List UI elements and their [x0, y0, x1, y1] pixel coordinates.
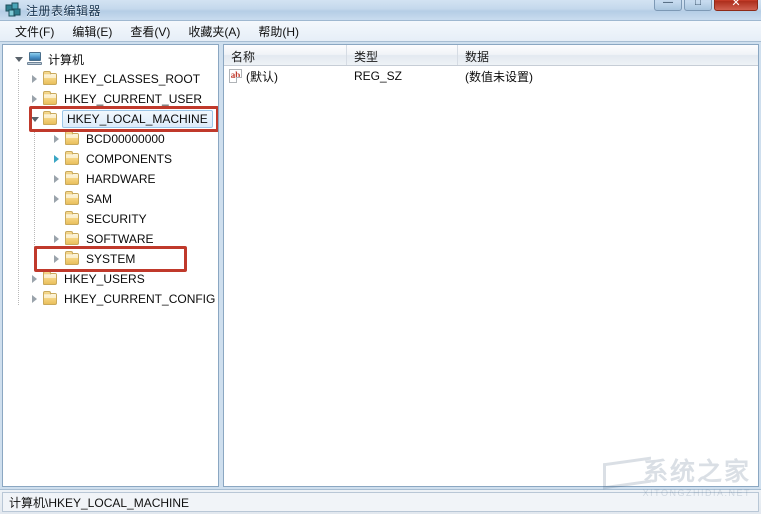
status-path: 计算机\HKEY_LOCAL_MACHINE: [9, 495, 190, 510]
chevron-right-icon[interactable]: [49, 129, 64, 149]
menu-help[interactable]: 帮助(H): [249, 21, 308, 42]
tree-item-software[interactable]: SOFTWARE: [3, 229, 218, 249]
tree-item-label: SECURITY: [86, 212, 147, 226]
tree-item-label: BCD00000000: [86, 132, 165, 146]
folder-icon: [64, 209, 82, 229]
tree-item-label: SOFTWARE: [86, 232, 154, 246]
maximize-button[interactable]: □: [684, 0, 712, 11]
tree-spacer[interactable]: [49, 209, 64, 229]
menu-edit[interactable]: 编辑(E): [63, 21, 121, 42]
value-row[interactable]: (默认) REG_SZ (数值未设置): [224, 66, 758, 86]
column-type[interactable]: 类型: [347, 45, 458, 65]
folder-icon: [64, 169, 82, 189]
folder-icon: [64, 129, 82, 149]
value-type: REG_SZ: [354, 69, 403, 83]
chevron-right-icon[interactable]: [27, 289, 42, 309]
tree-item-label: HKEY_USERS: [64, 272, 145, 286]
tree-item-security[interactable]: SECURITY: [3, 209, 218, 229]
string-value-icon: [229, 69, 242, 83]
column-data[interactable]: 数据: [458, 45, 758, 65]
tree-item-hkey-current-config[interactable]: HKEY_CURRENT_CONFIG: [3, 289, 218, 309]
chevron-right-icon[interactable]: [49, 189, 64, 209]
folder-icon: [64, 249, 82, 269]
tree-item-label: SYSTEM: [86, 252, 136, 266]
chevron-down-icon[interactable]: [27, 109, 42, 129]
minimize-button[interactable]: —: [654, 0, 682, 11]
tree-item-label: 计算机: [48, 52, 85, 67]
chevron-right-icon[interactable]: [49, 249, 64, 269]
folder-icon: [64, 149, 82, 169]
registry-editor-window: 注册表编辑器 — □ ✕ 文件(F) 编辑(E) 查看(V) 收藏夹(A) 帮助(H) …: [0, 0, 761, 514]
computer-icon: [26, 49, 44, 69]
tree-item-sam[interactable]: SAM: [3, 189, 218, 209]
status-bar-panel: 计算机\HKEY_LOCAL_MACHINE: [2, 492, 759, 512]
status-bar: 计算机\HKEY_LOCAL_MACHINE: [0, 489, 761, 514]
folder-icon: [42, 289, 60, 309]
tree-item-label: HARDWARE: [86, 172, 156, 186]
value-data: (数值未设置): [465, 69, 533, 84]
window-controls: — □ ✕: [654, 0, 758, 11]
tree-item-label: HKEY_LOCAL_MACHINE: [62, 110, 213, 128]
folder-icon: [42, 89, 60, 109]
column-name[interactable]: 名称: [224, 45, 347, 65]
menu-favorites[interactable]: 收藏夹(A): [179, 21, 249, 42]
registry-tree-panel[interactable]: 计算机 HKEY_CLASSES_ROOT HKEY_CURRENT_USER HKE…: [2, 44, 219, 487]
folder-icon: [64, 189, 82, 209]
tree-item--[interactable]: 计算机: [3, 49, 218, 69]
tree-guide-line: [18, 69, 19, 305]
tree-item-label: SAM: [86, 192, 113, 206]
tree-item-components[interactable]: COMPONENTS: [3, 149, 218, 169]
registry-editor-icon: [5, 2, 21, 17]
chevron-right-icon[interactable]: [49, 169, 64, 189]
chevron-right-icon[interactable]: [27, 269, 42, 289]
content-area: 计算机 HKEY_CLASSES_ROOT HKEY_CURRENT_USER HKE…: [0, 42, 761, 489]
maximize-icon: □: [694, 0, 702, 8]
tree-item-label: HKEY_CURRENT_CONFIG: [64, 292, 216, 306]
tree-item-system[interactable]: SYSTEM: [3, 249, 218, 269]
folder-icon: [64, 229, 82, 249]
menu-bar: 文件(F) 编辑(E) 查看(V) 收藏夹(A) 帮助(H): [0, 21, 761, 42]
tree-item-hkey-users[interactable]: HKEY_USERS: [3, 269, 218, 289]
minimize-icon: —: [663, 0, 673, 8]
chevron-right-icon[interactable]: [49, 229, 64, 249]
folder-icon: [42, 269, 60, 289]
tree-item-label: HKEY_CURRENT_USER: [64, 92, 203, 106]
tree-guide-line: [34, 129, 35, 265]
values-list-header: 名称 类型 数据: [224, 45, 758, 66]
menu-file[interactable]: 文件(F): [6, 21, 63, 42]
tree-item-hkey-classes-root[interactable]: HKEY_CLASSES_ROOT: [3, 69, 218, 89]
chevron-right-icon[interactable]: [27, 89, 42, 109]
chevron-down-icon[interactable]: [11, 49, 26, 69]
tree-item-bcd00000000[interactable]: BCD00000000: [3, 129, 218, 149]
menu-view[interactable]: 查看(V): [121, 21, 179, 42]
chevron-right-icon[interactable]: [27, 69, 42, 89]
tree-item-hkey-local-machine[interactable]: HKEY_LOCAL_MACHINE: [3, 109, 218, 129]
folder-icon: [42, 109, 60, 129]
window-title: 注册表编辑器: [26, 4, 102, 18]
folder-icon: [42, 69, 60, 89]
value-name: (默认): [246, 69, 278, 84]
close-button[interactable]: ✕: [714, 0, 758, 11]
tree-item-hardware[interactable]: HARDWARE: [3, 169, 218, 189]
close-icon: ✕: [731, 0, 741, 9]
registry-values-panel[interactable]: 名称类型数据 (默认) REG_SZ (数值未设置): [223, 44, 759, 487]
chevron-right-icon[interactable]: [49, 149, 64, 169]
values-list-body: (默认) REG_SZ (数值未设置): [224, 66, 758, 86]
tree-item-hkey-current-user[interactable]: HKEY_CURRENT_USER: [3, 89, 218, 109]
registry-tree: 计算机 HKEY_CLASSES_ROOT HKEY_CURRENT_USER HKE…: [3, 45, 218, 309]
tree-item-label: HKEY_CLASSES_ROOT: [64, 72, 201, 86]
title-bar: 注册表编辑器 — □ ✕: [0, 0, 761, 21]
tree-item-label: COMPONENTS: [86, 152, 173, 166]
